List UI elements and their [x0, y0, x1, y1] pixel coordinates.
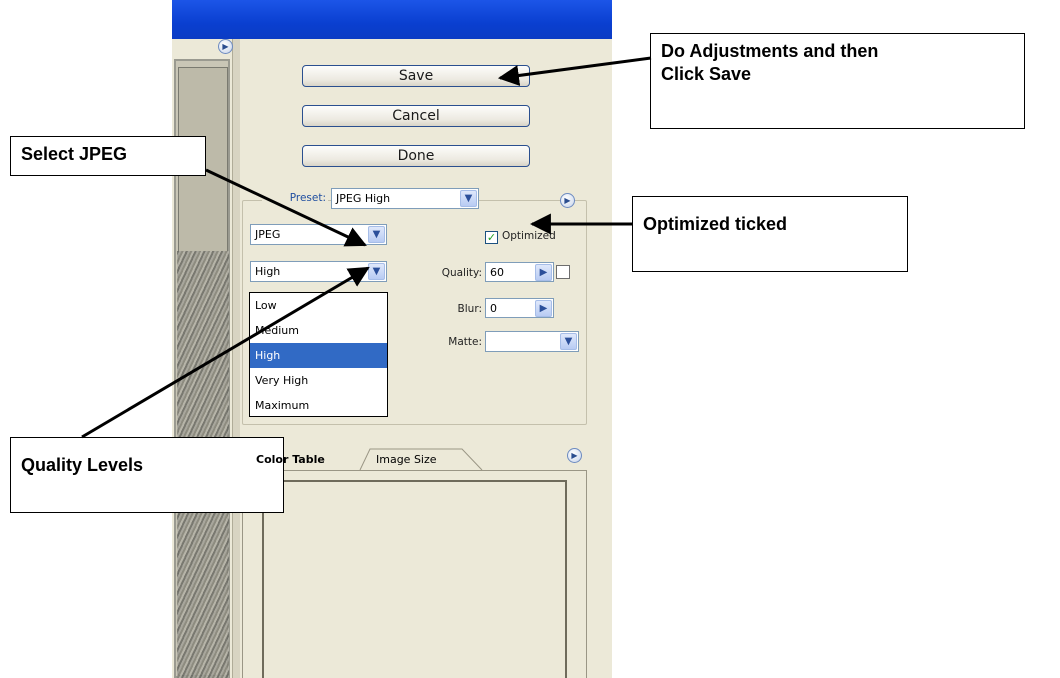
tab-color-table[interactable]: Color Table: [250, 448, 331, 470]
arrow-to-quality: [81, 266, 370, 439]
annotation-arrows: [81, 56, 652, 439]
arrow-to-save: [497, 56, 652, 86]
arrow-to-format: [205, 168, 367, 247]
tab-image-size[interactable]: Image Size: [370, 448, 443, 470]
